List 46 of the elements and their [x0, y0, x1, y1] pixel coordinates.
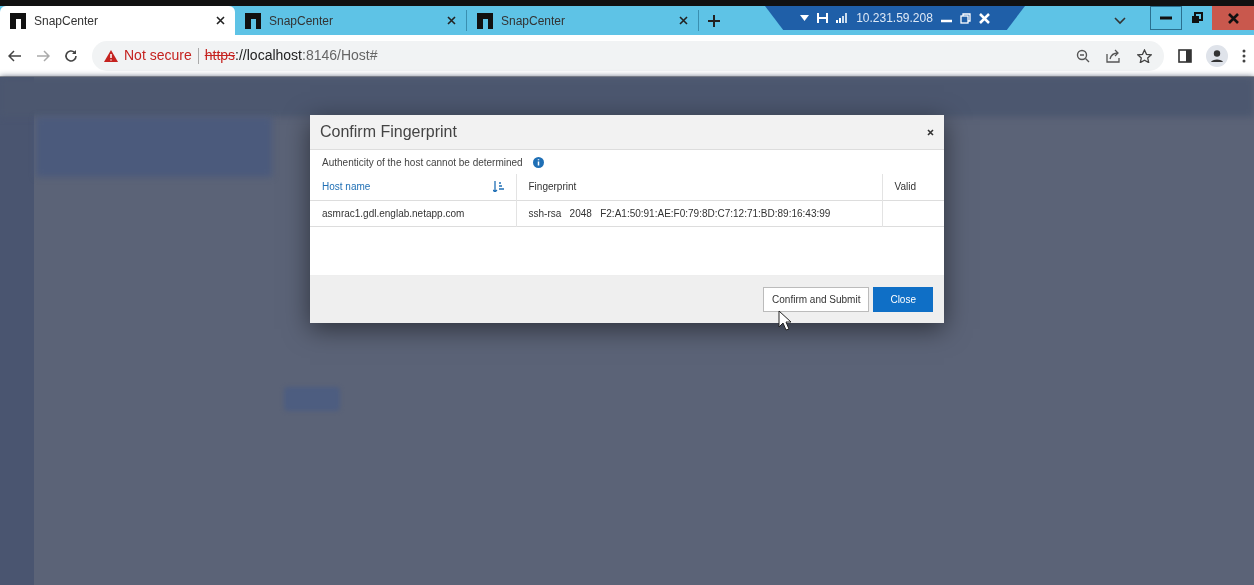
- table-cell: ssh-rsa 2048 F2:A1:50:91:AE:F0:79:8D:C7:12:71:BD:89:16:43:99: [516, 200, 882, 227]
- restore-icon: [1191, 12, 1203, 24]
- side-panel-icon[interactable]: [1178, 48, 1192, 63]
- browser-tab[interactable]: SnapCenter: [0, 6, 235, 35]
- sort-icon[interactable]: [492, 181, 504, 193]
- signal-icon: [836, 13, 849, 23]
- profile-icon[interactable]: [1206, 44, 1228, 67]
- back-icon[interactable]: [8, 49, 22, 62]
- close-icon: [1227, 12, 1239, 24]
- chevron-down-icon[interactable]: [1114, 16, 1126, 25]
- url-text: https://localhost:8146/Host#: [204, 46, 378, 65]
- confirm-button[interactable]: Confirm and Submit: [763, 286, 870, 312]
- restore-icon[interactable]: [959, 12, 971, 24]
- tab-title: SnapCenter: [501, 12, 566, 30]
- dialog-message: Authenticity of the host cannot be determined: [322, 155, 523, 170]
- reload-icon[interactable]: [64, 48, 78, 63]
- plus-icon: [708, 14, 720, 27]
- menu-icon[interactable]: [1242, 48, 1246, 63]
- close-icon[interactable]: [447, 16, 456, 25]
- security-label: Not secure: [124, 46, 192, 65]
- dialog-title: Confirm Fingerprint: [320, 122, 457, 143]
- column-header[interactable]: Valid: [894, 179, 916, 195]
- column-header[interactable]: Fingerprint: [528, 179, 577, 195]
- info-icon[interactable]: [532, 156, 544, 168]
- minimize-button[interactable]: [1150, 6, 1182, 30]
- close-button[interactable]: [1212, 6, 1254, 30]
- column-header[interactable]: Host name: [322, 179, 371, 195]
- close-icon[interactable]: [679, 16, 688, 25]
- cursor-icon: [778, 310, 792, 331]
- table-cell: asmrac1.gdl.englab.netapp.com: [310, 200, 516, 227]
- share-icon[interactable]: [1106, 48, 1121, 63]
- close-button[interactable]: Close: [873, 286, 933, 312]
- minimize-icon: [1160, 16, 1172, 20]
- tab-title: SnapCenter: [34, 12, 99, 30]
- close-icon[interactable]: [927, 128, 934, 136]
- address-bar[interactable]: Not secure https://localhost:8146/Host#: [92, 40, 1164, 71]
- app-logo-icon: [245, 12, 261, 29]
- tab-title: SnapCenter: [269, 12, 334, 30]
- star-icon[interactable]: [1137, 48, 1152, 63]
- caret-icon: [800, 15, 810, 21]
- close-icon[interactable]: [216, 16, 225, 25]
- app-logo-icon: [477, 12, 493, 29]
- remote-address: 10.231.59.208: [856, 10, 933, 27]
- app-logo-icon: [10, 12, 26, 29]
- warning-icon: [104, 49, 118, 62]
- zoom-out-icon[interactable]: [1076, 48, 1090, 63]
